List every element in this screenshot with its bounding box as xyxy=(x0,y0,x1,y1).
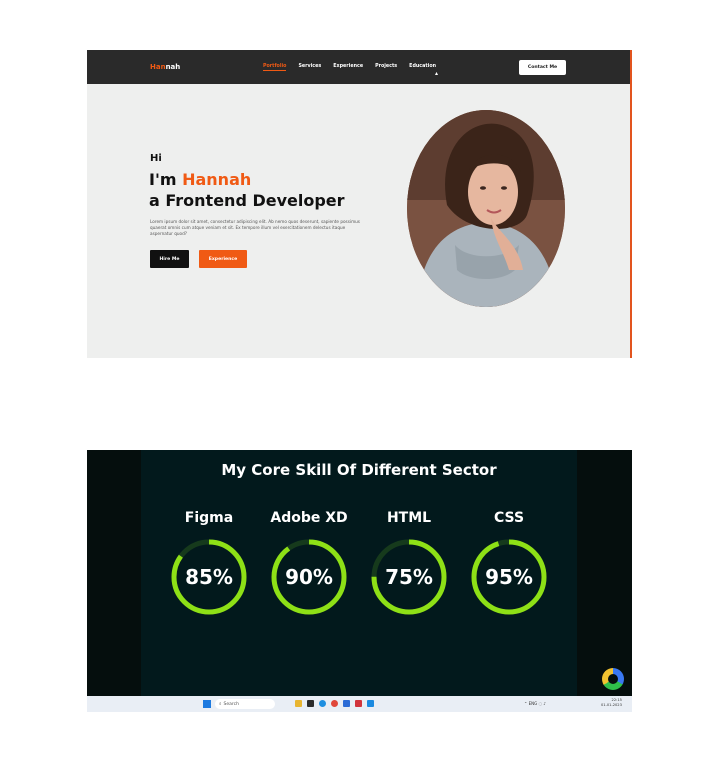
chevron-up-icon: ⌃ xyxy=(524,701,528,706)
search-icon: ⌕ xyxy=(219,702,222,707)
profile-photo xyxy=(407,110,565,307)
system-tray[interactable]: ⌃ ENG ◌ ♪ xyxy=(524,701,546,706)
search-placeholder: Search xyxy=(223,701,239,707)
language-indicator: ENG xyxy=(528,701,538,706)
skill-percent: 95% xyxy=(485,565,533,589)
hire-me-button[interactable]: Hire Me xyxy=(150,250,189,268)
intro-prefix: I'm xyxy=(149,170,183,189)
skill-name: Figma xyxy=(184,510,234,526)
skill-percent: 90% xyxy=(285,565,333,589)
nav-link-portfolio[interactable]: Portfolio xyxy=(263,64,287,71)
role-heading: a Frontend Developer xyxy=(149,191,345,210)
skill-progress-ring: 75% xyxy=(369,537,449,617)
hero-description: Lorem ipsum dolor sit amet, consectetur … xyxy=(150,219,360,236)
store-icon[interactable] xyxy=(343,700,350,707)
experience-button[interactable]: Experience xyxy=(199,250,247,268)
skill-card-css: CSS 95% xyxy=(464,510,554,617)
profile-photo-illustration xyxy=(407,110,565,307)
skill-card-figma: Figma 85% xyxy=(164,510,254,617)
windows-start-icon[interactable] xyxy=(203,700,211,708)
navbar: Hannah Portfolio Services Experience Pro… xyxy=(87,50,630,84)
skill-name: CSS xyxy=(493,510,525,526)
clock-date: 01-01-2023 xyxy=(601,703,622,707)
logo-suffix: nah xyxy=(165,63,181,71)
logo[interactable]: Hannah xyxy=(150,63,180,71)
skill-name: HTML xyxy=(386,510,432,526)
task-view-icon[interactable] xyxy=(307,700,314,707)
windows-taskbar: ⌕ Search ⌃ ENG ◌ ♪ 22:15 01-01-2023 xyxy=(87,696,632,712)
nav-menu: Portfolio Services Experience Projects E… xyxy=(263,64,436,71)
mouse-cursor-icon: ▴ xyxy=(435,70,439,77)
nav-link-services[interactable]: Services xyxy=(298,64,321,71)
intro-name: Hannah xyxy=(182,170,252,189)
skill-progress-ring: 95% xyxy=(469,537,549,617)
taskbar-clock[interactable]: 22:15 01-01-2023 xyxy=(601,698,622,708)
file-explorer-icon[interactable] xyxy=(295,700,302,707)
volume-icon: ♪ xyxy=(543,701,546,706)
wifi-icon: ◌ xyxy=(538,701,543,706)
greeting: Hi xyxy=(150,153,162,164)
nav-link-experience[interactable]: Experience xyxy=(333,64,363,71)
taskbar-search-box[interactable]: ⌕ Search xyxy=(215,699,275,709)
skill-card-adobe-xd: Adobe XD 90% xyxy=(264,510,354,617)
skill-percent: 75% xyxy=(385,565,433,589)
portfolio-hero-screenshot: Hannah Portfolio Services Experience Pro… xyxy=(87,50,632,358)
logo-prefix: Han xyxy=(150,63,166,71)
nav-link-projects[interactable]: Projects xyxy=(375,64,397,71)
skills-panel: My Core Skill Of Different Sector Figma … xyxy=(141,450,577,696)
skill-percent: 85% xyxy=(185,565,233,589)
contact-me-button[interactable]: Contact Me xyxy=(519,60,566,75)
skill-name: Adobe XD xyxy=(270,510,348,526)
assistant-floating-icon[interactable] xyxy=(602,668,624,690)
nav-link-education[interactable]: Education xyxy=(409,64,436,71)
skill-card-html: HTML 75% xyxy=(364,510,454,617)
skills-title: My Core Skill Of Different Sector xyxy=(221,461,497,479)
skill-progress-ring: 85% xyxy=(169,537,249,617)
skills-screenshot: My Core Skill Of Different Sector Figma … xyxy=(87,450,632,712)
skill-progress-ring: 90% xyxy=(269,537,349,617)
intro-heading: I'm Hannah xyxy=(149,170,251,189)
edge-icon[interactable] xyxy=(319,700,326,707)
mail-icon[interactable] xyxy=(355,700,362,707)
chrome-icon[interactable] xyxy=(331,700,338,707)
vscode-icon[interactable] xyxy=(367,700,374,707)
